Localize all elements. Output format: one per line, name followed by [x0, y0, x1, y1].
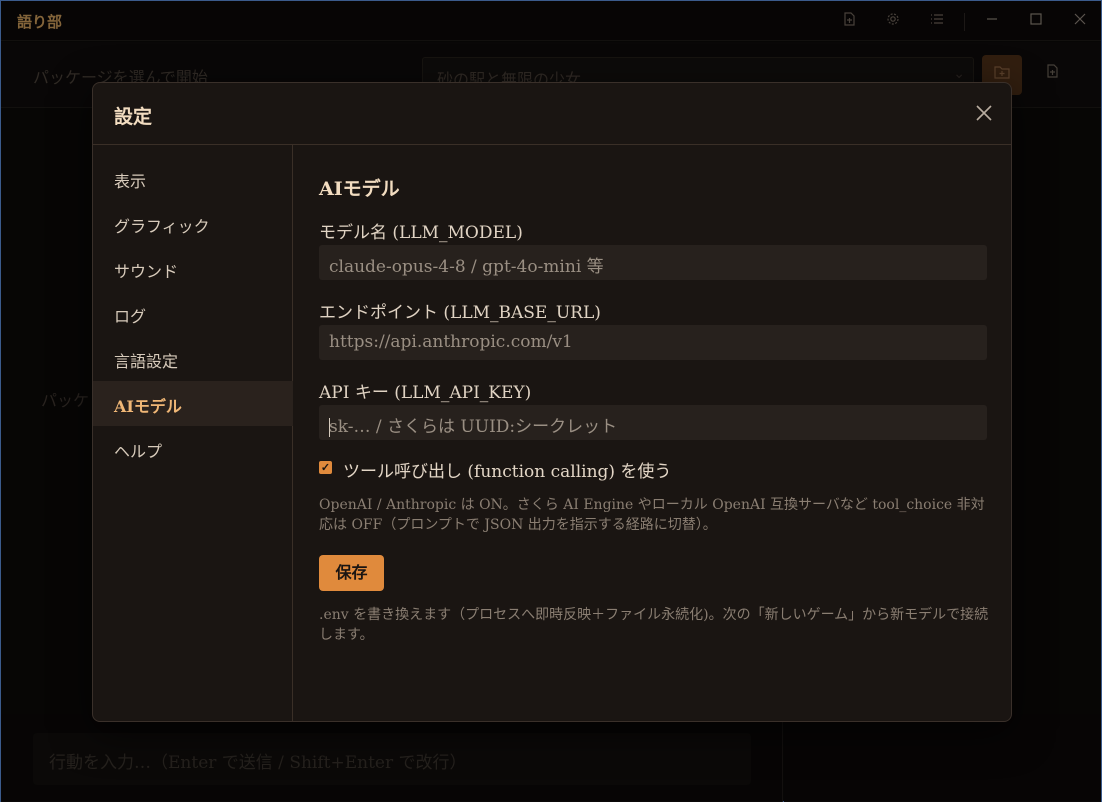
section-title: AIモデル — [319, 178, 400, 200]
sidebar-item-ai-model[interactable]: AIモデル — [93, 381, 293, 426]
sidebar-item-sound[interactable]: サウンド — [93, 246, 293, 291]
sidebar-item-graphics[interactable]: グラフィック — [93, 201, 293, 246]
tool-calling-help: OpenAI / Anthropic は ON。さくら AI Engine やロ… — [319, 497, 985, 533]
sidebar-item-log[interactable]: ログ — [93, 291, 293, 336]
settings-sidebar: 表示 グラフィック サウンド ログ 言語設定 AIモデル ヘルプ — [93, 145, 293, 721]
sidebar-item-display[interactable]: 表示 — [93, 156, 293, 201]
endpoint-input[interactable]: https://api.anthropic.com/v1 — [319, 325, 987, 360]
model-input[interactable]: claude-opus-4-8 / gpt-4o-mini 等 — [319, 245, 987, 280]
save-note: .env を書き換えます（プロセスへ即時反映＋ファイル永続化)。次の「新しいゲー… — [319, 607, 989, 643]
api-key-placeholder: sk-… / さくらは UUID:シークレット — [329, 417, 618, 437]
api-key-label: API キー (LLM_API_KEY) — [319, 383, 532, 403]
tool-calling-checkbox[interactable]: ✓ — [319, 461, 332, 474]
tool-calling-label[interactable]: ツール呼び出し (function calling) を使う — [343, 457, 671, 482]
dialog-close-button[interactable] — [973, 103, 995, 125]
sidebar-item-help[interactable]: ヘルプ — [93, 426, 293, 471]
api-key-input[interactable]: sk-… / さくらは UUID:シークレット — [319, 405, 987, 440]
save-button[interactable]: 保存 — [319, 555, 384, 591]
dialog-header: 設定 — [93, 83, 1011, 145]
endpoint-label: エンドポイント (LLM_BASE_URL) — [319, 303, 601, 323]
model-label: モデル名 (LLM_MODEL) — [319, 223, 523, 243]
sidebar-item-language[interactable]: 言語設定 — [93, 336, 293, 381]
settings-dialog: 設定 表示 グラフィック サウンド ログ 言語設定 AIモデル ヘルプ AIモデ… — [92, 82, 1012, 722]
settings-content: AIモデル モデル名 (LLM_MODEL) claude-opus-4-8 /… — [294, 145, 1011, 721]
dialog-title: 設定 — [114, 106, 153, 128]
